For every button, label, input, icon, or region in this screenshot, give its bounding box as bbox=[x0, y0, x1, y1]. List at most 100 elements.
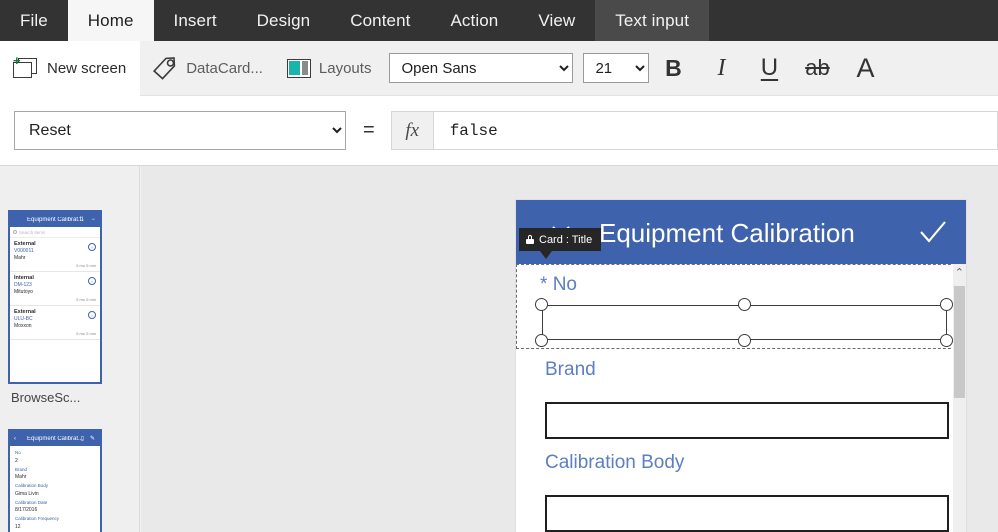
equals-sign: = bbox=[363, 119, 375, 141]
list-item[interactable]: Internal DM-123 Mitutoyo 5 mo 5 min › bbox=[10, 272, 100, 306]
tab-content[interactable]: Content bbox=[330, 0, 430, 41]
item-title: External bbox=[14, 309, 36, 315]
thumb-header-title: Equipment Calibrat... bbox=[26, 435, 84, 442]
lock-icon bbox=[526, 235, 534, 244]
text-input-brand[interactable] bbox=[545, 402, 949, 439]
field-value: Mahr bbox=[15, 474, 27, 480]
tab-design[interactable]: Design bbox=[237, 0, 331, 41]
scrollbar-thumb[interactable] bbox=[954, 286, 965, 398]
selection-badge-text: Card : Title bbox=[539, 233, 593, 246]
back-icon: ‹ bbox=[14, 435, 16, 442]
thumb-search-placeholder: Search items bbox=[19, 229, 46, 235]
datacard-button[interactable]: DataCard... bbox=[140, 41, 275, 96]
app-canvas[interactable]: Equipment Calibration Card : Title * No … bbox=[516, 200, 966, 532]
new-screen-icon: + bbox=[12, 54, 38, 79]
field-value: 8/17/2016 bbox=[15, 507, 38, 513]
thumb-search-box[interactable]: Search items bbox=[10, 227, 100, 238]
work-area: Equipment Calibrat... ⇅ − Search items E… bbox=[0, 166, 998, 532]
field-label-brand: Brand bbox=[545, 359, 596, 380]
tab-file[interactable]: File bbox=[0, 0, 68, 41]
list-item[interactable]: External ULU-BC Moxxon 5 mo 5 min › bbox=[10, 306, 100, 340]
chevron-right-icon: › bbox=[88, 243, 96, 251]
item-maker: Mitutoyo bbox=[14, 289, 33, 295]
font-family-select[interactable]: Open SansLatoSegoe UIArial bbox=[389, 53, 574, 83]
item-title: Internal bbox=[14, 275, 34, 281]
item-title: External bbox=[14, 241, 36, 247]
screen-thumbnail-pane[interactable]: Equipment Calibrat... ⇅ − Search items E… bbox=[0, 166, 140, 532]
thumb-header: Equipment Calibrat... ⇅ − bbox=[10, 212, 100, 227]
chevron-up-icon[interactable]: ⌃ bbox=[955, 268, 964, 279]
selection-badge: Card : Title bbox=[519, 228, 602, 251]
resize-handle-tl[interactable] bbox=[535, 298, 548, 311]
datacard-no[interactable]: No bbox=[516, 264, 966, 349]
home-ribbon-toolbar: + New screen DataCard... Layouts Open Sa… bbox=[0, 40, 998, 96]
tag-icon bbox=[153, 57, 176, 80]
field-value: Gima Livin bbox=[15, 490, 39, 497]
tab-home[interactable]: Home bbox=[67, 0, 154, 41]
text-input-calibration-body[interactable] bbox=[545, 495, 949, 532]
italic-button[interactable]: I bbox=[697, 41, 745, 96]
selection-badge-tail bbox=[540, 251, 552, 259]
thumb-header-title: Equipment Calibrat... bbox=[26, 216, 84, 223]
screen-thumbnail-browse[interactable]: Equipment Calibrat... ⇅ − Search items E… bbox=[8, 210, 102, 405]
powerapps-studio-window: File Home Insert Design Content Action V… bbox=[0, 0, 998, 532]
add-icon: − bbox=[91, 216, 95, 223]
resize-handle-bc[interactable] bbox=[738, 334, 751, 347]
strikethrough-button[interactable]: ab bbox=[793, 41, 841, 96]
chevron-right-icon: › bbox=[88, 311, 96, 319]
list-item[interactable]: External V000011 Mahr 5 mo 5 min › bbox=[10, 238, 100, 272]
item-meta: 5 mo 5 min bbox=[76, 297, 96, 302]
field-value: 12 bbox=[15, 523, 21, 530]
sort-icon: ⇅ bbox=[78, 217, 84, 223]
search-icon bbox=[13, 230, 17, 234]
thumbnail-preview-detail[interactable]: ‹ Equipment Calibrat... ▯ ✎ No 2 Brand M… bbox=[8, 429, 102, 532]
layouts-label: Layouts bbox=[318, 59, 372, 77]
checkmark-icon[interactable] bbox=[918, 218, 948, 246]
item-code: ULU-BC bbox=[14, 316, 33, 322]
underline-button[interactable]: U bbox=[745, 41, 793, 96]
layouts-icon bbox=[286, 58, 311, 78]
field-value: 2 bbox=[15, 457, 18, 464]
item-code: DM-123 bbox=[14, 282, 32, 288]
formula-input[interactable]: false bbox=[433, 111, 998, 150]
font-color-button[interactable]: A bbox=[841, 41, 889, 96]
resize-handle-tc[interactable] bbox=[738, 298, 751, 311]
screen-thumbnail-label: BrowseSc... bbox=[11, 390, 81, 405]
thumbnail-preview-browse[interactable]: Equipment Calibrat... ⇅ − Search items E… bbox=[8, 210, 102, 384]
datacard-calibration-body[interactable]: Calibration Body bbox=[516, 452, 966, 532]
edit-form: No Brand bbox=[516, 264, 966, 532]
tab-insert[interactable]: Insert bbox=[154, 0, 237, 41]
resize-handle-tr[interactable] bbox=[940, 298, 953, 311]
thumb-header: ‹ Equipment Calibrat... ▯ ✎ bbox=[10, 431, 100, 446]
layouts-button[interactable]: Layouts bbox=[275, 41, 384, 96]
property-select[interactable]: ResetDefaultTextVisibleXY bbox=[14, 111, 346, 150]
item-meta: 5 mo 5 min bbox=[76, 331, 96, 336]
app-title: Equipment Calibration bbox=[599, 218, 855, 248]
formula-bar: ResetDefaultTextVisibleXY = fx false bbox=[0, 96, 998, 166]
canvas-pane: Equipment Calibration Card : Title * No … bbox=[141, 166, 998, 532]
tab-text-input[interactable]: Text input bbox=[595, 0, 710, 41]
item-maker: Moxxon bbox=[14, 323, 32, 329]
screen-thumbnail-detail[interactable]: ‹ Equipment Calibrat... ▯ ✎ No 2 Brand M… bbox=[8, 429, 102, 532]
new-screen-button[interactable]: + New screen bbox=[0, 40, 141, 96]
resize-handle-bl[interactable] bbox=[535, 334, 548, 347]
tab-view[interactable]: View bbox=[518, 0, 595, 41]
chevron-right-icon: › bbox=[88, 277, 96, 285]
bold-button[interactable]: B bbox=[649, 41, 697, 96]
field-label-no: No bbox=[540, 274, 577, 296]
resize-handle-br[interactable] bbox=[940, 334, 953, 347]
datacard-label: DataCard... bbox=[186, 59, 263, 77]
item-meta: 5 mo 5 min bbox=[76, 263, 96, 268]
font-size-select[interactable]: 8910121418212436 bbox=[583, 53, 650, 83]
fx-icon: fx bbox=[390, 111, 434, 150]
item-maker: Mahr bbox=[14, 255, 26, 261]
delete-icon: ▯ bbox=[80, 436, 84, 442]
item-code: V000011 bbox=[14, 248, 34, 254]
tab-action[interactable]: Action bbox=[430, 0, 518, 41]
datacard-brand[interactable]: Brand bbox=[516, 359, 966, 452]
new-screen-label: New screen bbox=[47, 59, 127, 77]
edit-icon: ✎ bbox=[89, 436, 95, 442]
field-label-calibration-body: Calibration Body bbox=[545, 452, 685, 473]
form-scrollbar[interactable]: ⌃ bbox=[953, 264, 966, 532]
ribbon-tab-bar: File Home Insert Design Content Action V… bbox=[0, 0, 998, 41]
